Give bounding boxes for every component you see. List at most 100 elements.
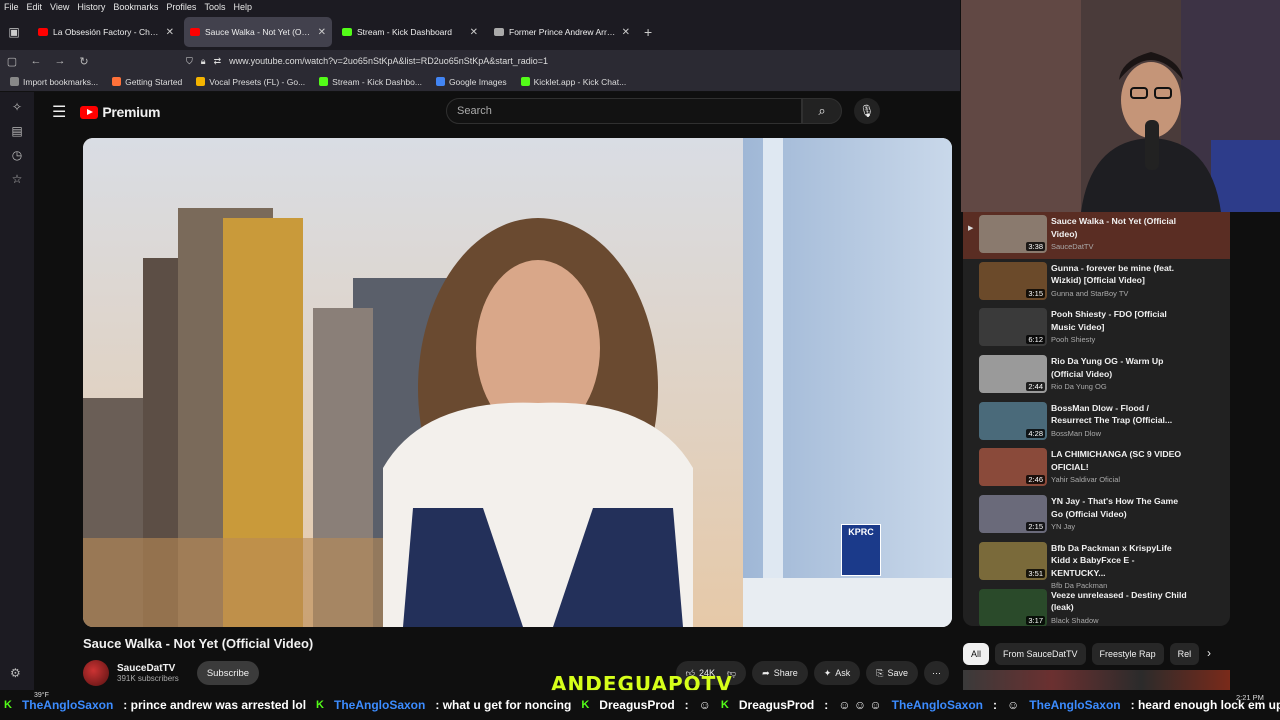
playlist-item-title[interactable]: Veeze unreleased - Destiny Child (leak) xyxy=(1051,589,1191,614)
bookmark-2[interactable]: Vocal Presets (FL) - Go... xyxy=(196,77,305,87)
new-tab-icon[interactable]: + xyxy=(644,24,652,40)
duration-badge: 2:44 xyxy=(1026,382,1045,392)
chip-from-channel[interactable]: From SauceDatTV xyxy=(995,643,1086,665)
tab-title: La Obsesión Factory - Chichabe xyxy=(53,27,160,37)
close-tab-icon[interactable]: ✕ xyxy=(470,27,478,38)
menu-view[interactable]: View xyxy=(50,2,69,12)
video-thumbnail[interactable]: 6:12 xyxy=(979,308,1047,347)
reload-icon[interactable]: ↻ xyxy=(72,55,96,68)
menu-profiles[interactable]: Profiles xyxy=(166,2,196,12)
tab-3[interactable]: Former Prince Andrew Arrested ✕ xyxy=(488,17,636,47)
duration-badge: 3:51 xyxy=(1026,568,1045,578)
ai-sparkle-icon[interactable]: ✧ xyxy=(12,100,22,114)
tab-1[interactable]: Sauce Walka - Not Yet (Official ✕ xyxy=(184,17,332,47)
share-label: Share xyxy=(773,668,798,678)
playlist-item-title[interactable]: Pooh Shiesty - FDO [Official Music Video… xyxy=(1051,308,1191,333)
video-thumbnail[interactable]: 3:15 xyxy=(979,261,1047,300)
back-icon[interactable]: ← xyxy=(24,55,48,67)
recommendation-thumbnails[interactable] xyxy=(963,670,1230,690)
avatar[interactable] xyxy=(83,660,109,686)
tab-0[interactable]: La Obsesión Factory - Chichabe ✕ xyxy=(32,17,180,47)
playlist-item[interactable]: 3:51 Bfb Da Packman x KrispyLife Kidd x … xyxy=(963,539,1230,590)
sidebar-toggle-icon[interactable]: ▢ xyxy=(0,55,24,68)
chevron-right-icon[interactable]: › xyxy=(1207,646,1211,660)
save-button[interactable]: ⎘ Save xyxy=(866,661,918,685)
playlist-item-title[interactable]: Rio Da Yung OG - Warm Up (Official Video… xyxy=(1051,355,1191,380)
playlist-item[interactable]: 6:12 Pooh Shiesty - FDO [Official Music … xyxy=(963,305,1230,352)
bookmark-0[interactable]: Import bookmarks... xyxy=(10,77,98,87)
menu-tools[interactable]: Tools xyxy=(204,2,225,12)
lock-icon[interactable]: 🔒︎ xyxy=(201,56,206,67)
chat-username: TheAngloSaxon xyxy=(891,698,984,712)
browser-sidebar: ✧ ▤ ◷ ☆ xyxy=(0,92,34,690)
share-button[interactable]: ➦ Share xyxy=(752,661,808,685)
video-title: Sauce Walka - Not Yet (Official Video) xyxy=(83,636,314,651)
firefox-icon xyxy=(112,77,122,86)
playlist-item-title[interactable]: BossMan Dlow - Flood / Resurrect The Tra… xyxy=(1051,402,1191,427)
close-tab-icon[interactable]: ✕ xyxy=(622,27,630,38)
chat-ticker: K TheAngloSaxon : prince andrew was arre… xyxy=(0,690,1280,720)
subscribe-button[interactable]: Subscribe xyxy=(196,661,260,685)
chip-related[interactable]: Rel xyxy=(1169,643,1200,665)
tabs-icon[interactable]: ▤ xyxy=(11,124,22,138)
chat-username: TheAngloSaxon xyxy=(1029,698,1121,712)
menu-help[interactable]: Help xyxy=(233,2,252,12)
playlist-item[interactable]: 3:15 Gunna - forever be mine (feat. Wizk… xyxy=(963,259,1230,306)
menu-icon[interactable]: ☰ xyxy=(52,102,66,122)
video-thumbnail[interactable]: 3:38 xyxy=(979,215,1047,253)
ask-button[interactable]: ✦ Ask xyxy=(813,661,861,685)
playlist-item-title[interactable]: LA CHIMICHANGA (SC 9 VIDEO OFICIAL! xyxy=(1051,448,1191,473)
more-actions-button[interactable]: ⋯ xyxy=(924,661,949,685)
history-icon[interactable]: ◷ xyxy=(12,148,22,162)
tab-list-icon[interactable]: ▣ xyxy=(0,18,28,46)
search-placeholder: Search xyxy=(457,105,492,117)
search-button[interactable]: ⌕ xyxy=(802,98,842,124)
sparkle-icon: ✦ xyxy=(823,667,832,678)
playlist-item-title[interactable]: YN Jay - That's How The Game Go (Officia… xyxy=(1051,495,1191,520)
voice-search-button[interactable]: 🎙︎ xyxy=(854,98,880,124)
close-tab-icon[interactable]: ✕ xyxy=(318,27,326,38)
menu-bookmarks[interactable]: Bookmarks xyxy=(113,2,158,12)
menu-file[interactable]: File xyxy=(4,2,19,12)
playlist-item-title[interactable]: Sauce Walka - Not Yet (Official Video) xyxy=(1051,215,1191,240)
video-thumbnail[interactable]: 2:46 xyxy=(979,448,1047,487)
playlist-item[interactable]: 4:28 BossMan Dlow - Flood / Resurrect Th… xyxy=(963,399,1230,446)
playlist-item[interactable]: 2:46 LA CHIMICHANGA (SC 9 VIDEO OFICIAL!… xyxy=(963,445,1230,492)
shield-icon[interactable]: ⛉ xyxy=(186,56,193,67)
playlist-item-title[interactable]: Bfb Da Packman x KrispyLife Kidd x BabyF… xyxy=(1051,542,1191,580)
video-thumbnail[interactable]: 2:44 xyxy=(979,355,1047,394)
tab-2[interactable]: Stream - Kick Dashboard ✕ xyxy=(336,17,484,47)
system-clock: 2:21 PM xyxy=(1236,693,1264,702)
address-bar[interactable]: ⛉ 🔒︎ ⇄ www.youtube.com/watch?v=2uo65nStK… xyxy=(186,56,548,67)
bookmark-label: Kicklet.app - Kick Chat... xyxy=(533,76,627,87)
video-thumbnail[interactable]: 2:15 xyxy=(979,495,1047,534)
nav-bar: ▢ ← → ↻ ⛉ 🔒︎ ⇄ www.youtube.com/watch?v=2… xyxy=(0,50,960,72)
video-player[interactable]: KPRC xyxy=(83,138,952,627)
chip-all[interactable]: All xyxy=(963,643,990,665)
bookmarks-star-icon[interactable]: ☆ xyxy=(12,172,23,186)
url-text[interactable]: www.youtube.com/watch?v=2uo65nStKpA&list… xyxy=(229,56,548,66)
playlist-item[interactable]: 3:17 Veeze unreleased - Destiny Child (l… xyxy=(963,586,1230,626)
youtube-logo[interactable]: Premium xyxy=(80,104,160,120)
forward-icon[interactable]: → xyxy=(48,55,72,67)
playlist-item-title[interactable]: Gunna - forever be mine (feat. Wizkid) [… xyxy=(1051,262,1191,287)
search-input[interactable]: Search xyxy=(446,98,802,124)
playlist-item[interactable]: ▶ 3:38 Sauce Walka - Not Yet (Official V… xyxy=(963,212,1230,259)
bookmark-1[interactable]: Getting Started xyxy=(112,77,182,87)
channel-name[interactable]: SauceDatTV xyxy=(117,663,179,674)
close-tab-icon[interactable]: ✕ xyxy=(166,27,174,38)
video-thumbnail[interactable]: 3:51 xyxy=(979,541,1047,580)
menu-edit[interactable]: Edit xyxy=(27,2,43,12)
playlist-item[interactable]: 2:44 Rio Da Yung OG - Warm Up (Official … xyxy=(963,352,1230,399)
bookmark-5[interactable]: Kicklet.app - Kick Chat... xyxy=(520,76,627,87)
video-thumbnail[interactable]: 3:17 xyxy=(979,588,1047,626)
bookmark-3[interactable]: Stream - Kick Dashbo... xyxy=(319,77,422,87)
video-thumbnail[interactable]: 4:28 xyxy=(979,401,1047,440)
bookmark-4[interactable]: Google Images xyxy=(435,77,507,87)
permissions-icon[interactable]: ⇄ xyxy=(214,56,222,67)
playlist-item[interactable]: 2:15 YN Jay - That's How The Game Go (Of… xyxy=(963,492,1230,539)
video-frame xyxy=(83,138,952,627)
menu-history[interactable]: History xyxy=(77,2,105,12)
chip-freestyle-rap[interactable]: Freestyle Rap xyxy=(1091,643,1164,665)
gear-icon[interactable]: ⚙ xyxy=(10,666,21,680)
